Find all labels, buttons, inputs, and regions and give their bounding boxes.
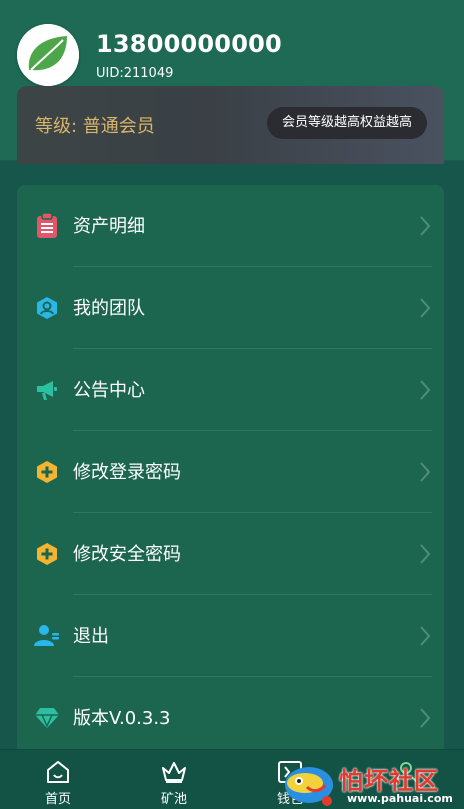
profile-header: 13800000000 UID:211049 等级: 普通会员 会员等级越高权益… bbox=[0, 0, 464, 164]
nav-home[interactable]: 首页 bbox=[0, 750, 116, 809]
user-uid: UID:211049 bbox=[96, 66, 174, 81]
hexagon-plus-icon bbox=[34, 459, 60, 485]
watermark: 怕坏社区 www.pahuai.com bbox=[277, 757, 464, 809]
watermark-mascot-icon bbox=[285, 767, 333, 806]
diamond-icon bbox=[34, 705, 60, 731]
chevron-right-icon bbox=[420, 626, 431, 646]
member-level-badge[interactable]: 会员等级越高权益越高 bbox=[266, 107, 427, 139]
menu-item-my-team[interactable]: 我的团队 bbox=[17, 267, 444, 349]
team-icon bbox=[34, 295, 60, 321]
menu-item-announcements[interactable]: 公告中心 bbox=[17, 349, 444, 431]
clipboard-icon bbox=[34, 213, 60, 239]
menu-list: 资产明细 我的团队 公告中心 修改登录密码 修改安全密码 退出 版本V.0.3.… bbox=[17, 185, 444, 749]
hexagon-plus-icon bbox=[34, 541, 60, 567]
chevron-right-icon bbox=[420, 298, 431, 318]
menu-item-version: 版本V.0.3.3 bbox=[17, 677, 444, 759]
member-level-text: 等级: 普通会员 bbox=[35, 116, 155, 137]
menu-item-label: 退出 bbox=[73, 626, 109, 647]
chevron-right-icon bbox=[420, 544, 431, 564]
watermark-text: 怕坏社区 bbox=[339, 766, 439, 795]
megaphone-icon bbox=[34, 377, 60, 403]
menu-item-label: 版本V.0.3.3 bbox=[73, 708, 171, 729]
home-icon bbox=[47, 761, 69, 783]
menu-item-label: 资产明细 bbox=[73, 216, 145, 237]
profile-page: 13800000000 UID:211049 等级: 普通会员 会员等级越高权益… bbox=[0, 0, 464, 809]
menu-item-change-login-password[interactable]: 修改登录密码 bbox=[17, 431, 444, 513]
user-phone: 13800000000 bbox=[96, 30, 282, 58]
user-exit-icon bbox=[34, 623, 60, 649]
menu-item-label: 我的团队 bbox=[73, 298, 145, 319]
menu-item-asset-details[interactable]: 资产明细 bbox=[17, 185, 444, 267]
watermark-url: www.pahuai.com bbox=[347, 792, 453, 805]
menu-item-label: 公告中心 bbox=[73, 380, 145, 401]
nav-home-label: 首页 bbox=[44, 792, 71, 807]
chevron-right-icon bbox=[420, 380, 431, 400]
menu-item-label: 修改安全密码 bbox=[73, 544, 181, 565]
leaf-logo-icon bbox=[17, 24, 79, 86]
nav-mining-pool-label: 矿池 bbox=[160, 792, 187, 807]
menu-item-change-security-password[interactable]: 修改安全密码 bbox=[17, 513, 444, 595]
avatar[interactable] bbox=[17, 24, 79, 86]
chevron-right-icon bbox=[420, 708, 431, 728]
chevron-right-icon bbox=[420, 462, 431, 482]
menu-item-logout[interactable]: 退出 bbox=[17, 595, 444, 677]
member-level-card: 等级: 普通会员 会员等级越高权益越高 bbox=[17, 86, 444, 164]
menu-item-label: 修改登录密码 bbox=[73, 462, 181, 483]
crown-icon bbox=[162, 762, 186, 783]
nav-mining-pool[interactable]: 矿池 bbox=[116, 750, 232, 809]
chevron-right-icon bbox=[420, 216, 431, 236]
